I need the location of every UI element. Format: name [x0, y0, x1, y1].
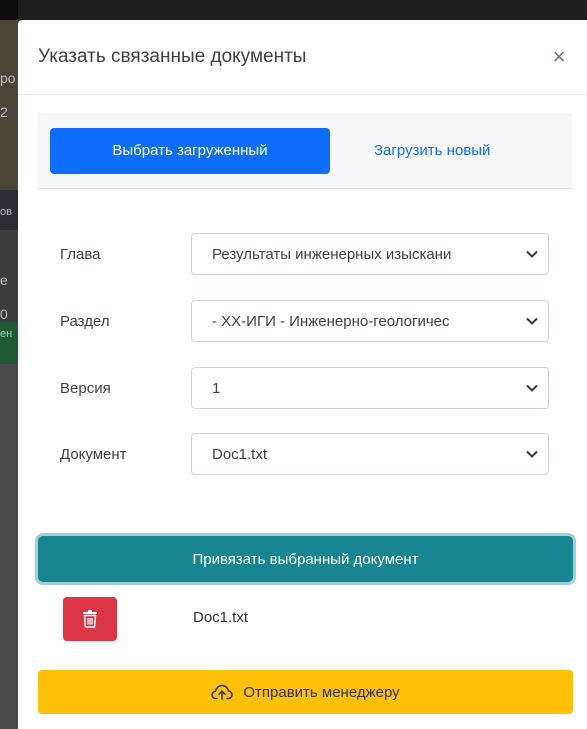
backdrop-text: ов	[0, 206, 12, 218]
close-button[interactable]: ×	[547, 46, 571, 68]
chevron-down-icon	[526, 450, 538, 458]
attached-document-row: Doc1.txt	[38, 597, 572, 641]
document-label: Документ	[60, 445, 127, 463]
form-row-version: Версия 1	[38, 367, 572, 409]
backdrop-strip	[0, 0, 18, 20]
cloud-upload-icon	[211, 684, 234, 700]
chapter-select-value: Результаты инженерных изыскани	[212, 245, 452, 263]
send-to-manager-label: Отправить менеджеру	[243, 683, 400, 701]
source-tabs: Выбрать загруженный Загрузить новый	[38, 113, 572, 189]
link-documents-modal: Указать связанные документы × Выбрать за…	[18, 20, 587, 729]
version-label: Версия	[60, 379, 111, 397]
section-select[interactable]: - ХХ-ИГИ - Инженерно-геологичес	[191, 300, 549, 342]
backdrop-text: ро	[0, 70, 16, 86]
form-row-section: Раздел - ХХ-ИГИ - Инженерно-геологичес	[38, 300, 572, 342]
trash-icon	[83, 610, 97, 628]
chevron-down-icon	[526, 250, 538, 258]
delete-document-button[interactable]	[63, 597, 117, 641]
backdrop-text: 0	[0, 306, 8, 322]
section-select-value: - ХХ-ИГИ - Инженерно-геологичес	[212, 312, 450, 330]
backdrop-text: 2	[0, 104, 8, 120]
modal-header: Указать связанные документы ×	[18, 20, 587, 95]
backdrop-text: е	[0, 272, 8, 288]
bind-document-button[interactable]: Привязать выбранный документ	[38, 536, 573, 582]
tab-select-uploaded[interactable]: Выбрать загруженный	[50, 127, 330, 174]
form-row-document: Документ Doc1.txt	[38, 433, 572, 475]
document-select-value: Doc1.txt	[212, 445, 268, 463]
version-select-value: 1	[212, 379, 221, 397]
chevron-down-icon	[526, 384, 538, 392]
attached-document-name: Doc1.txt	[193, 609, 249, 626]
form-row-chapter: Глава Результаты инженерных изыскани	[38, 233, 572, 275]
document-select[interactable]: Doc1.txt	[191, 433, 549, 475]
chapter-label: Глава	[60, 245, 101, 263]
send-to-manager-button[interactable]: Отправить менеджеру	[38, 670, 573, 714]
version-select[interactable]: 1	[191, 367, 549, 409]
modal-title: Указать связанные документы	[38, 46, 307, 67]
backdrop-strip	[0, 364, 18, 729]
chapter-select[interactable]: Результаты инженерных изыскани	[191, 233, 549, 275]
backdrop-text: ен	[0, 328, 13, 340]
section-label: Раздел	[60, 312, 110, 330]
tab-upload-new[interactable]: Загрузить новый	[374, 142, 490, 159]
chevron-down-icon	[526, 317, 538, 325]
